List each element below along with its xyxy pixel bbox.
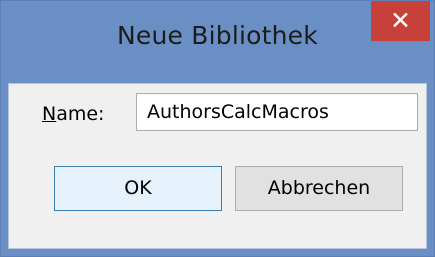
name-label-mnemonic: N <box>42 103 57 125</box>
close-icon: ✕ <box>390 6 411 35</box>
close-button[interactable]: ✕ <box>371 1 430 41</box>
dialog-window: Neue Bibliothek ✕ Name: OK Abbrechen <box>0 0 435 257</box>
dialog-content: Name: OK Abbrechen <box>8 83 427 249</box>
name-input[interactable] <box>136 93 418 131</box>
title-bar[interactable]: Neue Bibliothek ✕ <box>1 1 434 83</box>
cancel-button[interactable]: Abbrechen <box>235 166 403 211</box>
name-label-text: ame: <box>56 103 105 125</box>
dialog-title: Neue Bibliothek <box>117 21 318 50</box>
ok-button[interactable]: OK <box>54 166 222 211</box>
name-label: Name: <box>42 103 104 125</box>
